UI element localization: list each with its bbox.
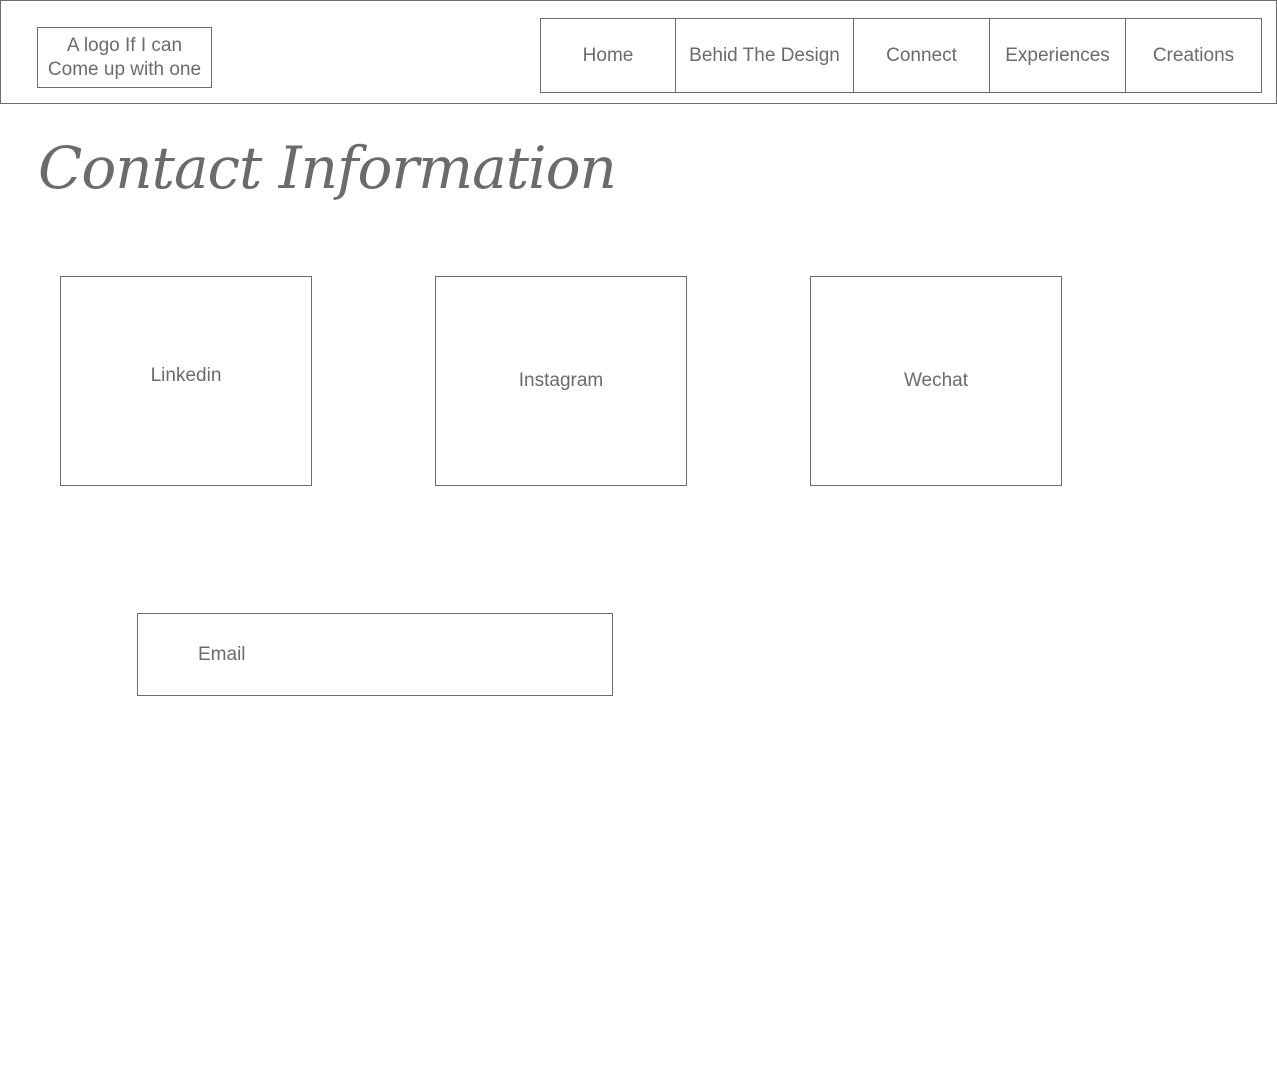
nav-item-home[interactable]: Home <box>540 18 676 93</box>
linkedin-card-label: Linkedin <box>150 365 222 386</box>
nav-item-behind-the-design[interactable]: Behid The Design <box>675 18 854 93</box>
nav-item-experiences[interactable]: Experiences <box>989 18 1126 93</box>
wechat-card[interactable]: Wechat <box>810 276 1062 486</box>
logo-text-line1: A logo If I can <box>66 34 183 56</box>
nav-item-connect[interactable]: Connect <box>853 18 990 93</box>
logo-text-line2: Come up with one <box>47 58 202 80</box>
wechat-card-label: Wechat <box>903 370 969 391</box>
linkedin-card[interactable]: Linkedin <box>60 276 312 486</box>
email-label: Email <box>198 644 246 665</box>
nav-item-creations[interactable]: Creations <box>1125 18 1262 93</box>
logo-placeholder[interactable]: A logo If I can Come up with one <box>37 27 212 88</box>
page-title: Contact Information <box>38 134 617 202</box>
email-box[interactable]: Email <box>137 613 613 696</box>
instagram-card[interactable]: Instagram <box>435 276 687 486</box>
instagram-card-label: Instagram <box>518 370 604 391</box>
